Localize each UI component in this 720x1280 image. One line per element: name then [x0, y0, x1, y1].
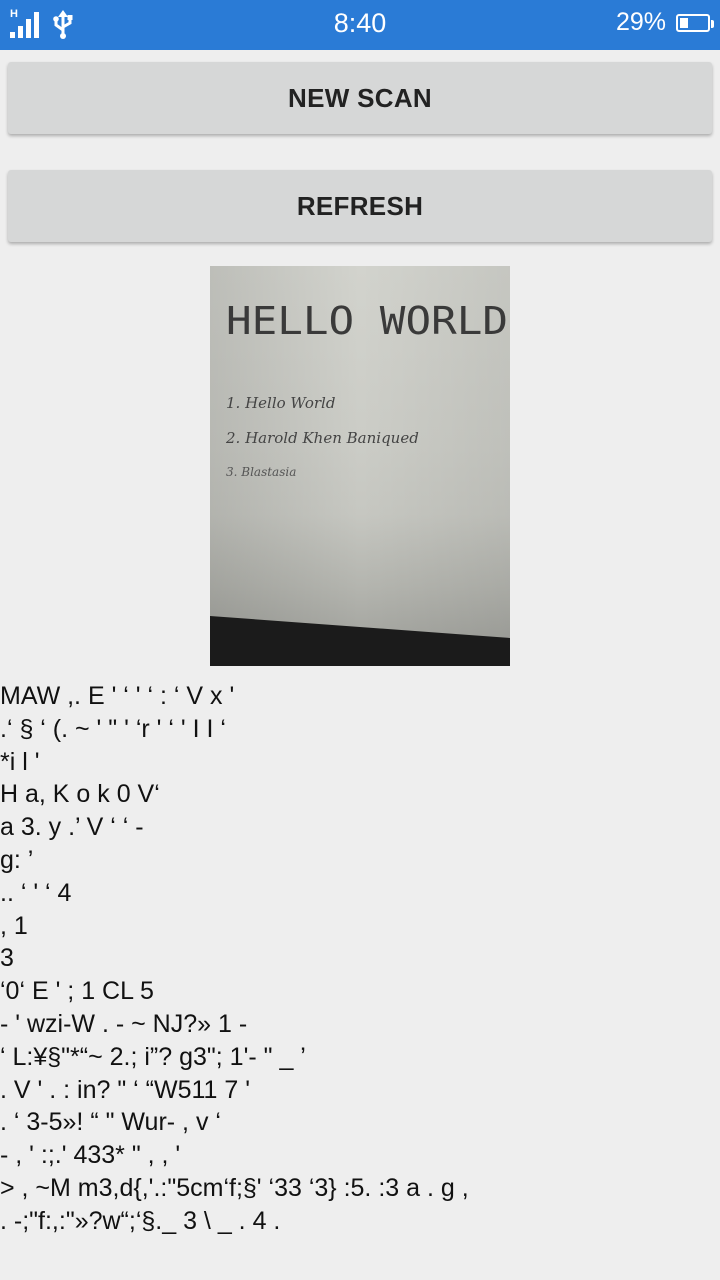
- ocr-line: .‘ § ‘ (. ~ ' " ' ‘r ' ‘ ' I I ‘: [0, 714, 226, 743]
- ocr-line: 3: [0, 944, 14, 973]
- ocr-line: ‘0‘ E ' ; 1 CL 5: [0, 977, 154, 1006]
- ocr-line: . -;"f:,:"»?w“;‘§._ 3 \ _ . 4 .: [0, 1206, 281, 1235]
- photo-item-2: 2. Harold Khen Baniqued: [225, 429, 419, 447]
- ocr-line: ‘ L:¥§"*“~ 2.; i”? g3"; 1'- " _ ’: [0, 1042, 306, 1071]
- ocr-result-text: MAW ,. E ' ‘ ' ‘ : ‘ V x ' .‘ § ‘ (. ~ ' …: [0, 680, 720, 1238]
- ocr-line: - ' wzi-W . - ~ NJ?» 1 -: [0, 1009, 248, 1038]
- ocr-line: MAW ,. E ' ‘ ' ‘ : ‘ V x ': [0, 682, 235, 710]
- battery-icon: [676, 13, 714, 32]
- ocr-line: . V ' . : in? " ‘ “W511 7 ': [0, 1075, 250, 1104]
- ocr-line: .. ‘ ' ‘ 4: [0, 878, 72, 907]
- ocr-line: a 3. y .’ V ‘ ‘ -: [0, 813, 144, 842]
- photo-item-3: 3. Blastasia: [226, 465, 296, 479]
- ocr-line: , 1: [0, 911, 28, 940]
- ocr-line: g: ’: [0, 845, 34, 874]
- scanned-photo: HELLO WORLD 1. Hello World 2. Harold Khe…: [210, 266, 510, 666]
- ocr-line: . ‘ 3-5»! “ " Wur- , v ‘: [0, 1108, 221, 1137]
- battery-percent: 29%: [615, 8, 666, 36]
- new-scan-button[interactable]: NEW SCAN: [8, 62, 712, 134]
- ocr-line: - , ' :;.' 433* " , , ': [0, 1141, 181, 1170]
- status-time: 8:40: [333, 8, 387, 38]
- photo-item-1: 1. Hello World: [226, 394, 335, 412]
- status-right: 29%: [615, 8, 714, 37]
- ocr-line: H a, K o k 0 V‘: [0, 780, 160, 809]
- ocr-line: > , ~M m3,d{,'.:"5cm‘f;§' ‘33 ‘3} :5. :3…: [0, 1173, 469, 1202]
- status-bar: H 8:40 29%: [0, 0, 720, 50]
- ocr-line: *i l ': [0, 747, 40, 776]
- refresh-button[interactable]: REFRESH: [8, 170, 712, 242]
- photo-heading: HELLO WORLD: [226, 299, 508, 343]
- battery-fill: [680, 17, 688, 28]
